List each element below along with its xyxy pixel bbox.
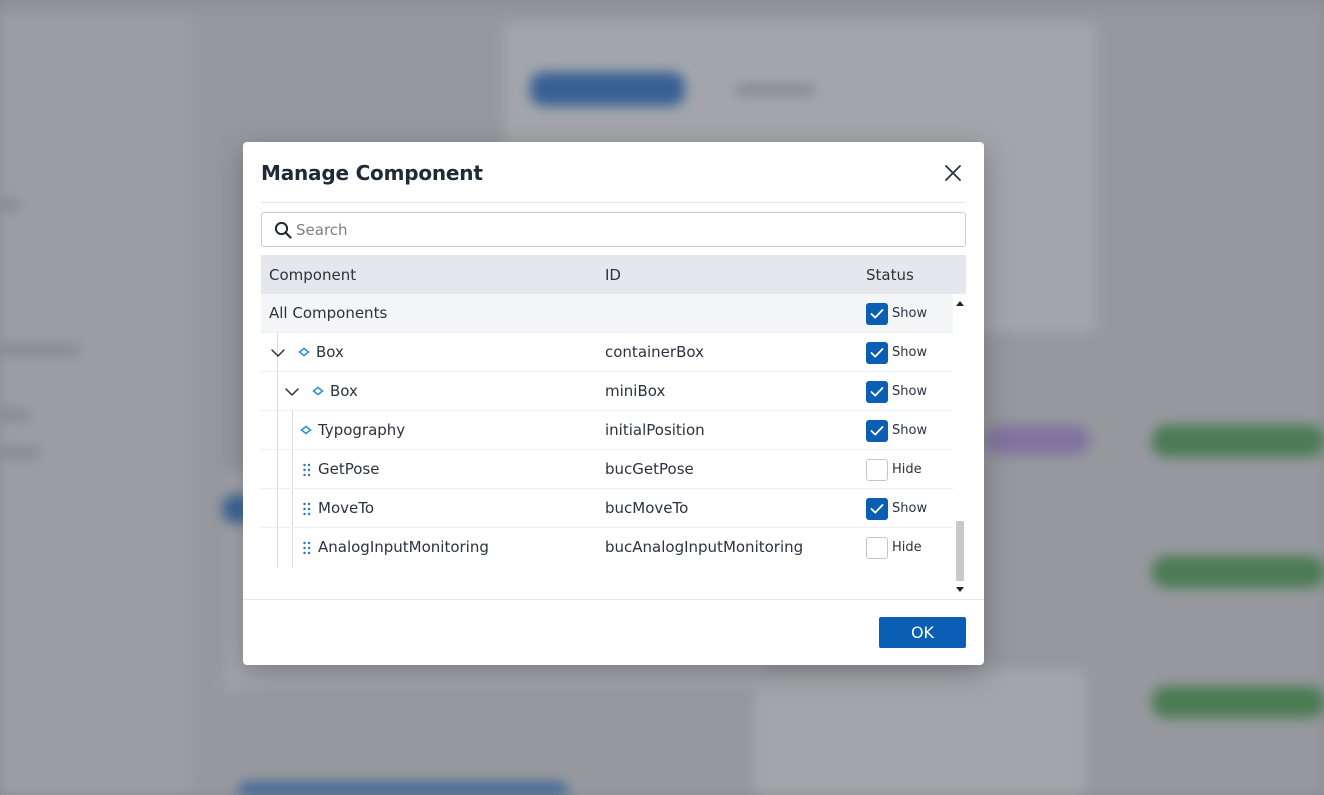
status-checkbox[interactable] bbox=[866, 419, 888, 442]
table-row[interactable]: GetPose bucGetPose Hide bbox=[261, 450, 953, 489]
close-button[interactable] bbox=[940, 160, 966, 186]
check-icon bbox=[870, 347, 884, 357]
component-name: Typography bbox=[318, 421, 406, 439]
status-label: Show bbox=[892, 423, 928, 438]
status-toggle[interactable]: Hide bbox=[866, 458, 922, 481]
component-name: Box bbox=[330, 382, 358, 400]
status-checkbox[interactable] bbox=[866, 302, 888, 325]
component-name: All Components bbox=[269, 304, 388, 322]
scrollbar-thumb[interactable] bbox=[956, 521, 964, 581]
close-icon bbox=[945, 165, 961, 181]
table-row[interactable]: Box miniBox Show bbox=[261, 372, 953, 411]
check-icon bbox=[870, 308, 884, 318]
status-toggle[interactable]: Show bbox=[866, 302, 927, 325]
check-icon bbox=[870, 503, 884, 513]
status-toggle[interactable]: Show bbox=[866, 380, 927, 403]
status-toggle[interactable]: Show bbox=[866, 419, 927, 442]
status-checkbox[interactable] bbox=[866, 497, 888, 520]
table-row[interactable]: Typography initialPosition Show bbox=[261, 411, 953, 450]
scroll-down-arrow-icon[interactable] bbox=[956, 587, 964, 592]
table-row[interactable]: MoveTo bucMoveTo Show bbox=[261, 489, 953, 528]
status-checkbox[interactable] bbox=[866, 458, 888, 481]
manage-component-dialog: Manage Component Component ID Status All… bbox=[243, 142, 984, 665]
drag-handle-icon[interactable] bbox=[302, 462, 312, 478]
component-table: All Components Show Box containerBox Sho… bbox=[261, 294, 966, 594]
table-scrollbar[interactable] bbox=[953, 295, 967, 598]
table-row[interactable]: AnalogInputMonitoring bucAnalogInputMoni… bbox=[261, 528, 953, 567]
column-header-status: Status bbox=[866, 266, 914, 284]
scroll-up-arrow-icon[interactable] bbox=[956, 301, 964, 306]
status-checkbox[interactable] bbox=[866, 380, 888, 403]
status-label: Show bbox=[892, 306, 928, 321]
component-id: bucGetPose bbox=[605, 460, 694, 478]
component-id: miniBox bbox=[605, 382, 666, 400]
drag-handle-icon[interactable] bbox=[302, 540, 312, 556]
ok-button[interactable]: OK bbox=[879, 617, 966, 648]
diamond-icon bbox=[298, 347, 310, 357]
diamond-icon bbox=[312, 386, 324, 396]
component-id: bucMoveTo bbox=[605, 499, 689, 517]
search-input[interactable] bbox=[296, 213, 956, 246]
table-row[interactable]: Box containerBox Show bbox=[261, 333, 953, 372]
component-id: bucAnalogInputMonitoring bbox=[605, 538, 804, 556]
component-name: AnalogInputMonitoring bbox=[318, 538, 489, 556]
status-label: Show bbox=[892, 384, 928, 399]
chevron-down-icon[interactable] bbox=[270, 345, 286, 361]
dialog-header: Manage Component bbox=[261, 142, 966, 203]
status-checkbox[interactable] bbox=[866, 341, 888, 364]
search-box bbox=[261, 212, 966, 247]
dialog-title: Manage Component bbox=[261, 161, 483, 185]
status-label: Show bbox=[892, 501, 928, 516]
table-header: Component ID Status bbox=[261, 255, 966, 294]
status-checkbox[interactable] bbox=[866, 536, 888, 559]
chevron-down-icon[interactable] bbox=[284, 384, 300, 400]
status-label: Show bbox=[892, 345, 928, 360]
dialog-footer: OK bbox=[243, 599, 984, 665]
component-name: MoveTo bbox=[318, 499, 375, 517]
table-row-all-components[interactable]: All Components Show bbox=[261, 294, 953, 333]
status-toggle[interactable]: Hide bbox=[866, 536, 922, 559]
column-header-component: Component bbox=[269, 266, 357, 284]
search-icon bbox=[274, 221, 292, 239]
component-name: Box bbox=[316, 343, 344, 361]
status-toggle[interactable]: Show bbox=[866, 497, 927, 520]
check-icon bbox=[870, 386, 884, 396]
component-id: containerBox bbox=[605, 343, 704, 361]
status-label: Hide bbox=[892, 540, 922, 555]
drag-handle-icon[interactable] bbox=[302, 501, 312, 517]
status-label: Hide bbox=[892, 462, 922, 477]
component-name: GetPose bbox=[318, 460, 380, 478]
column-header-id: ID bbox=[605, 266, 621, 284]
diamond-icon bbox=[300, 425, 312, 435]
component-id: initialPosition bbox=[605, 421, 705, 439]
check-icon bbox=[870, 425, 884, 435]
status-toggle[interactable]: Show bbox=[866, 341, 927, 364]
